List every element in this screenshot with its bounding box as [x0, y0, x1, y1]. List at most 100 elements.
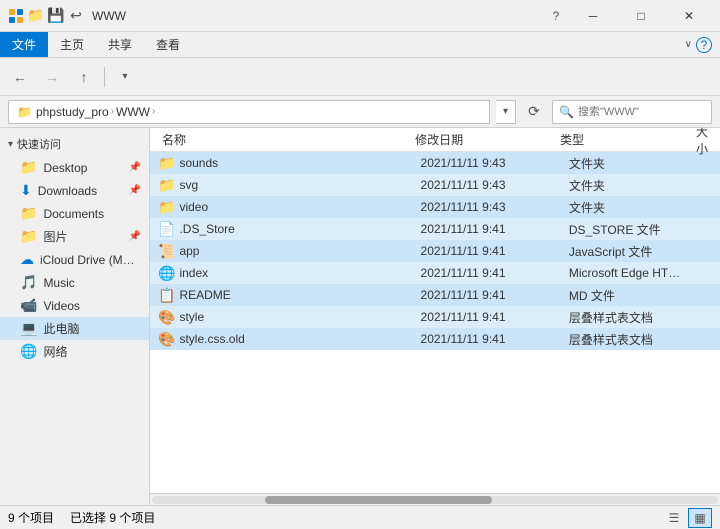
- detail-view-button[interactable]: ▦: [688, 508, 712, 528]
- menu-share[interactable]: 共享: [96, 32, 144, 57]
- menu-view[interactable]: 查看: [144, 32, 192, 57]
- sidebar-item-icloud[interactable]: ☁ iCloud Drive (M…: [0, 248, 149, 271]
- column-header-size[interactable]: 大小: [692, 128, 712, 157]
- sidebar-item-documents[interactable]: 📁 Documents: [0, 202, 149, 225]
- minimize-button[interactable]: ─: [570, 0, 616, 32]
- search-icon: 🔍: [559, 105, 574, 119]
- documents-folder-icon: 📁: [20, 205, 37, 222]
- search-input[interactable]: [578, 106, 705, 118]
- sidebar-item-music[interactable]: 🎵 Music: [0, 271, 149, 294]
- scrollbar-track[interactable]: [152, 496, 718, 504]
- table-row[interactable]: 📋 README 2021/11/11 9:41 MD 文件: [150, 284, 720, 306]
- search-box[interactable]: 🔍: [552, 100, 712, 124]
- title-bar-icons: 📁 💾 ↩: [8, 8, 84, 24]
- file-name-sounds: 📁 sounds: [158, 155, 417, 172]
- help-button[interactable]: ?: [544, 6, 568, 26]
- up-button[interactable]: ↑: [70, 63, 98, 91]
- pc-icon: 💻: [20, 320, 37, 337]
- table-row[interactable]: 🎨 style 2021/11/11 9:41 层叠样式表文档: [150, 306, 720, 328]
- sidebar-item-label-network: 网络: [43, 343, 67, 360]
- icloud-icon: ☁: [20, 251, 34, 268]
- sidebar-item-label-icloud: iCloud Drive (M…: [40, 253, 135, 267]
- pin-icon: 📌: [129, 162, 141, 173]
- network-icon: 🌐: [20, 343, 37, 360]
- horizontal-scrollbar[interactable]: [150, 493, 720, 505]
- video-folder-icon: 📁: [158, 199, 175, 216]
- sidebar-item-label-downloads: Downloads: [38, 184, 97, 198]
- table-row[interactable]: 📁 video 2021/11/11 9:43 文件夹: [150, 196, 720, 218]
- pictures-pin-icon: 📌: [129, 231, 141, 242]
- column-header-type[interactable]: 类型: [556, 131, 692, 148]
- sidebar-item-desktop[interactable]: 📁 Desktop 📌: [0, 156, 149, 179]
- style-css-icon: 🎨: [158, 309, 175, 326]
- quick-access-icon[interactable]: 📁: [28, 8, 44, 24]
- save-icon[interactable]: 💾: [48, 8, 64, 24]
- undo-icon[interactable]: ↩: [68, 8, 84, 24]
- sidebar-item-videos[interactable]: 📹 Videos: [0, 294, 149, 317]
- file-name-dsstore: 📄 .DS_Store: [158, 221, 417, 238]
- sidebar-item-pictures[interactable]: 📁 图片 📌: [0, 225, 149, 248]
- ribbon-toggle-icon[interactable]: ∨: [685, 39, 692, 50]
- table-row[interactable]: 🎨 style.css.old 2021/11/11 9:41 层叠样式表文档: [150, 328, 720, 350]
- quick-access-header[interactable]: ▾ 快速访问: [0, 132, 149, 156]
- toolbar: ← → ↑ ▾: [0, 58, 720, 96]
- pictures-folder-icon: 📁: [20, 228, 37, 245]
- quick-access-expand-icon: ▾: [8, 139, 13, 150]
- recent-locations-button[interactable]: ▾: [111, 63, 139, 91]
- menu-home[interactable]: 主页: [48, 32, 96, 57]
- quick-access-label: 快速访问: [17, 136, 61, 152]
- sidebar-item-label-desktop: Desktop: [43, 161, 87, 175]
- table-row[interactable]: 📁 sounds 2021/11/11 9:43 文件夹: [150, 152, 720, 174]
- sidebar-item-network[interactable]: 🌐 网络: [0, 340, 149, 363]
- sidebar-item-label-documents: Documents: [43, 207, 104, 221]
- back-button[interactable]: ←: [6, 63, 34, 91]
- videos-icon: 📹: [20, 297, 37, 314]
- path-part-1[interactable]: phpstudy_pro: [36, 105, 109, 119]
- window-title: WWW: [92, 9, 544, 23]
- table-row[interactable]: 🌐 index 2021/11/11 9:41 Microsoft Edge H…: [150, 262, 720, 284]
- menu-bar: 文件 主页 共享 查看 ∨ ?: [0, 32, 720, 58]
- maximize-button[interactable]: □: [618, 0, 664, 32]
- sidebar-item-label-pc: 此电脑: [43, 320, 79, 337]
- file-name-style: 🎨 style: [158, 309, 417, 326]
- file-name-video: 📁 video: [158, 199, 417, 216]
- address-path[interactable]: 📁 phpstudy_pro › WWW ›: [8, 100, 490, 124]
- sidebar: ▾ 快速访问 📁 Desktop 📌 ⬇ Downloads 📌 📁 Docum…: [0, 128, 150, 505]
- path-separator-1: ›: [111, 106, 114, 117]
- column-header-name[interactable]: 名称: [158, 131, 411, 148]
- sidebar-item-label-videos: Videos: [43, 299, 79, 313]
- path-part-2[interactable]: WWW: [116, 105, 150, 119]
- downloads-pin-icon: 📌: [129, 185, 141, 196]
- scrollbar-thumb[interactable]: [265, 496, 491, 504]
- status-bar: 9 个项目 已选择 9 个项目 ☰ ▦: [0, 505, 720, 529]
- toolbar-separator: [104, 67, 105, 87]
- column-header-date[interactable]: 修改日期: [411, 131, 556, 148]
- sidebar-item-thispc[interactable]: 💻 此电脑: [0, 317, 149, 340]
- readme-md-icon: 📋: [158, 287, 175, 304]
- list-view-button[interactable]: ☰: [662, 508, 686, 528]
- forward-button[interactable]: →: [38, 63, 66, 91]
- table-row[interactable]: 📄 .DS_Store 2021/11/11 9:41 DS_STORE 文件: [150, 218, 720, 240]
- table-row[interactable]: 📜 app 2021/11/11 9:41 JavaScript 文件: [150, 240, 720, 262]
- address-dropdown[interactable]: ▾: [496, 100, 516, 124]
- help-icon[interactable]: ?: [696, 37, 712, 53]
- item-count: 9 个项目: [8, 509, 54, 526]
- address-bar: 📁 phpstudy_pro › WWW › ▾ ⟳ 🔍: [0, 96, 720, 128]
- selected-count: 已选择 9 个项目: [70, 509, 155, 526]
- desktop-folder-icon: 📁: [20, 159, 37, 176]
- sidebar-item-label-music: Music: [43, 276, 74, 290]
- downloads-folder-icon: ⬇: [20, 182, 32, 199]
- table-row[interactable]: 📁 svg 2021/11/11 9:43 文件夹: [150, 174, 720, 196]
- file-name-index: 🌐 index: [158, 265, 417, 282]
- dsstore-file-icon: 📄: [158, 221, 175, 238]
- file-name-svg: 📁 svg: [158, 177, 417, 194]
- file-name-app: 📜 app: [158, 243, 417, 260]
- sidebar-item-downloads[interactable]: ⬇ Downloads 📌: [0, 179, 149, 202]
- style-old-css-icon: 🎨: [158, 331, 175, 348]
- menu-file[interactable]: 文件: [0, 32, 48, 57]
- main-content: ▾ 快速访问 📁 Desktop 📌 ⬇ Downloads 📌 📁 Docum…: [0, 128, 720, 505]
- file-list: 名称 修改日期 类型 大小 📁 sounds 2021/11/11 9:43 文…: [150, 128, 720, 505]
- refresh-button[interactable]: ⟳: [522, 100, 546, 124]
- path-separator-2: ›: [152, 106, 155, 117]
- close-button[interactable]: ✕: [666, 0, 712, 32]
